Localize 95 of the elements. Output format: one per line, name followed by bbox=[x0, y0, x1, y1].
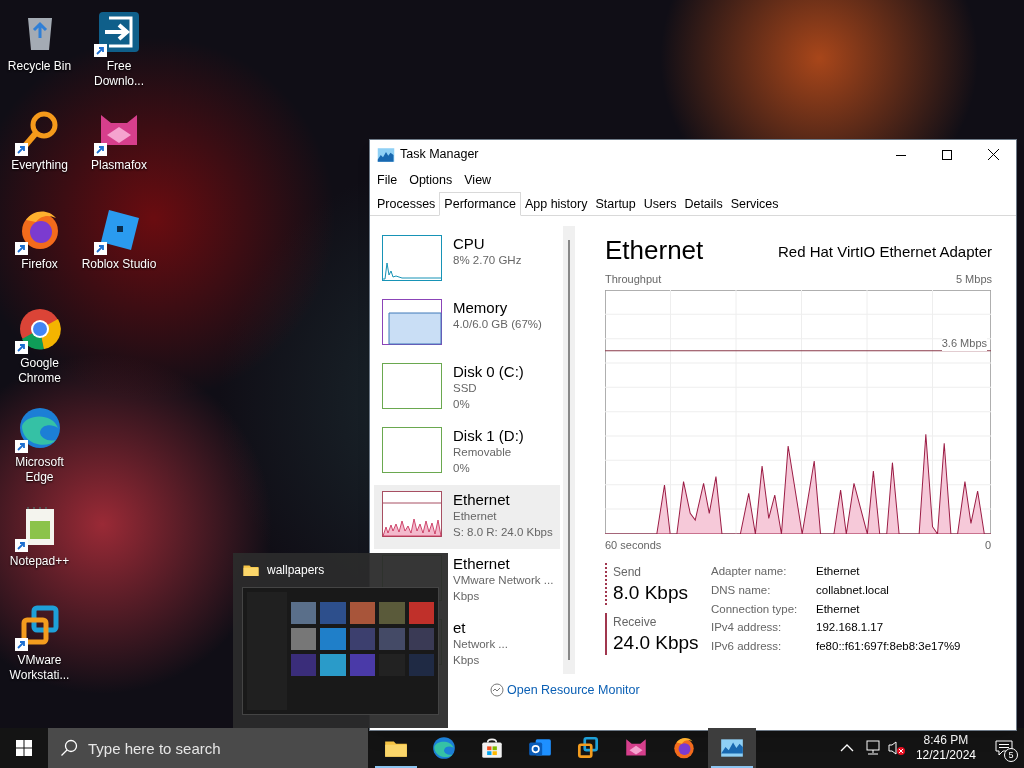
resource-monitor-link[interactable]: Open Resource Monitor bbox=[507, 681, 640, 700]
cpu-graph bbox=[382, 235, 442, 281]
desktop-label: Google Chrome bbox=[17, 356, 62, 386]
tab[interactable]: Performance bbox=[439, 192, 521, 216]
search-icon bbox=[60, 739, 78, 757]
item-detail: SSD bbox=[453, 381, 478, 396]
maximize-icon bbox=[942, 149, 952, 160]
network-icon[interactable] bbox=[863, 740, 882, 756]
desktop-shortcut[interactable]: Google Chrome bbox=[1, 300, 78, 399]
monitor-icon bbox=[490, 683, 504, 698]
desktop-label: Plasmafox bbox=[90, 158, 148, 173]
item-detail: Removable bbox=[453, 445, 513, 460]
desktop-shortcut[interactable]: Roblox Studio bbox=[80, 201, 158, 300]
item-detail: 8% 2.70 GHz bbox=[453, 253, 522, 268]
item-detail: VMware Network ... bbox=[453, 573, 554, 588]
item-title: Disk 0 (C:) bbox=[453, 363, 524, 380]
desktop-shortcut[interactable]: Microsoft Edge bbox=[1, 399, 78, 498]
chart-max-label: 5 Mbps bbox=[955, 272, 992, 287]
menu-item[interactable]: Options bbox=[403, 170, 459, 190]
item-detail: 0% bbox=[453, 397, 471, 412]
item-title: Memory bbox=[453, 299, 509, 316]
network-graph bbox=[382, 491, 442, 537]
item-title: Ethernet bbox=[453, 555, 511, 572]
detail-key: IPv6 address: bbox=[711, 638, 816, 655]
item-detail: 4.0/6.0 GB (67%) bbox=[453, 317, 542, 332]
desktop-shortcut[interactable]: Recycle Bin bbox=[1, 3, 78, 102]
detail-key: IPv4 address: bbox=[711, 619, 816, 637]
detail-value: Ethernet bbox=[816, 564, 861, 579]
detail-key: Adapter name: bbox=[711, 563, 816, 580]
item-title: Ethernet bbox=[453, 491, 511, 508]
desktop-label: Notepad++ bbox=[8, 554, 71, 569]
graph-box bbox=[382, 363, 442, 409]
desktop-shortcut[interactable]: VMware Workstati... bbox=[1, 597, 78, 696]
notification-count: 5 bbox=[1004, 748, 1018, 762]
performance-item[interactable]: Disk 0 (C:) SSD 0% bbox=[374, 357, 560, 421]
clock-date[interactable]: 12/21/2024 bbox=[915, 748, 976, 763]
desktop-shortcut[interactable]: Everything bbox=[1, 102, 78, 201]
panel-title: Ethernet bbox=[605, 235, 704, 265]
item-title: Disk 1 (D:) bbox=[453, 427, 524, 444]
desktop-label: Everything bbox=[10, 158, 69, 173]
preview-title: wallpapers bbox=[267, 562, 325, 579]
detail-key: Connection type: bbox=[711, 600, 816, 618]
detail-value: 192.168.1.17 bbox=[816, 620, 885, 636]
overlapping-squares-icon bbox=[575, 735, 601, 761]
wave-logo-icon bbox=[431, 735, 457, 761]
chevron-up-icon[interactable] bbox=[839, 743, 854, 753]
detail-value: Ethernet bbox=[816, 601, 861, 617]
receive-value: 24.0 Kbps bbox=[613, 631, 700, 655]
taskbar-app-button[interactable] bbox=[708, 728, 756, 768]
detail-value: fe80::f61:697f:8eb8:3e17%9 bbox=[816, 639, 961, 655]
graph-box bbox=[382, 427, 442, 473]
chart-label: Throughput bbox=[605, 272, 662, 287]
desktop-label: Firefox bbox=[20, 257, 59, 272]
windows-logo-icon bbox=[16, 740, 32, 756]
receive-label: Receive bbox=[613, 614, 658, 631]
muted-speaker-icon[interactable] bbox=[887, 740, 906, 756]
axis-start-label: 60 seconds bbox=[605, 537, 662, 553]
desktop-shortcut[interactable]: Free Downlo... bbox=[80, 3, 158, 102]
detail-key: DNS name: bbox=[711, 581, 816, 599]
desktop-label: Free Downlo... bbox=[93, 59, 145, 89]
clock-time[interactable]: 8:46 PM bbox=[923, 733, 969, 748]
memory-graph bbox=[382, 299, 442, 345]
window-title: Task Manager bbox=[400, 146, 479, 164]
desktop-shortcut[interactable]: Notepad++ bbox=[1, 498, 78, 597]
item-detail: 0% bbox=[453, 461, 471, 476]
detail-value: collabnet.local bbox=[816, 582, 890, 598]
item-detail: Kbps bbox=[453, 589, 481, 604]
desktop-shortcut[interactable]: Firefox bbox=[1, 201, 78, 300]
send-label: Send bbox=[613, 564, 643, 581]
search-field[interactable]: Type here to search bbox=[48, 728, 368, 768]
axis-end-label: 0 bbox=[984, 537, 991, 553]
item-detail: Ethernet bbox=[453, 509, 498, 524]
item-title: CPU bbox=[453, 235, 486, 252]
send-value: 8.0 Kbps bbox=[613, 581, 689, 605]
menu-item[interactable]: File bbox=[371, 170, 404, 190]
desktop-label: Microsoft Edge bbox=[14, 455, 65, 485]
performance-item[interactable]: Ethernet Ethernet S: 8.0 R: 24.0 Kbps bbox=[374, 485, 560, 549]
item-detail: Kbps bbox=[453, 653, 481, 668]
scrollbar[interactable] bbox=[563, 226, 575, 674]
flame-globe-icon bbox=[671, 735, 697, 761]
item-detail: Network ... bbox=[453, 637, 508, 652]
performance-item[interactable]: Memory 4.0/6.0 GB (67%) bbox=[374, 293, 560, 357]
close-icon bbox=[987, 149, 999, 160]
performance-item[interactable]: CPU 8% 2.70 GHz bbox=[374, 229, 560, 293]
desktop-label: VMware Workstati... bbox=[8, 653, 71, 683]
desktop-label: Roblox Studio bbox=[81, 257, 157, 272]
menu-item[interactable]: View bbox=[458, 170, 498, 190]
item-detail: S: 8.0 R: 24.0 Kbps bbox=[453, 525, 553, 540]
desktop-shortcut[interactable]: Plasmafox bbox=[80, 102, 158, 201]
adapter-name: Red Hat VirtIO Ethernet Adapter bbox=[778, 241, 992, 262]
performance-item[interactable]: Disk 1 (D:) Removable 0% bbox=[374, 421, 560, 485]
notification-icon[interactable] bbox=[995, 740, 1013, 756]
item-title: et bbox=[453, 619, 467, 636]
chart-icon bbox=[377, 146, 395, 163]
desktop-label: Recycle Bin bbox=[6, 59, 73, 74]
